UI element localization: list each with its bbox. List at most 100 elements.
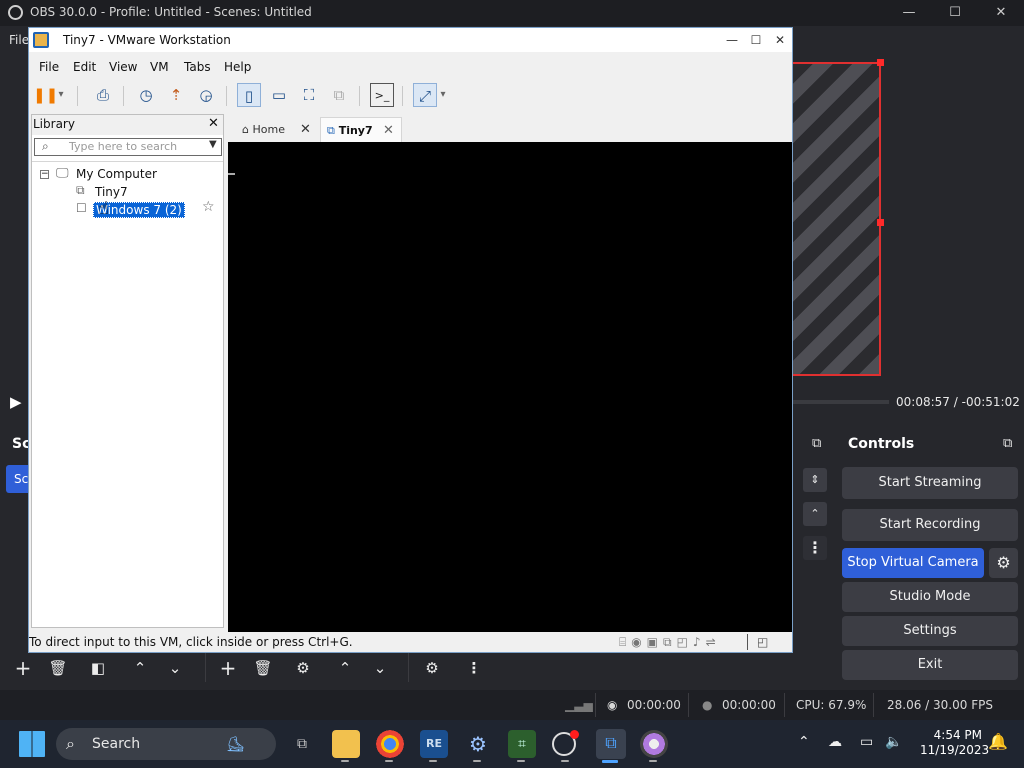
spin-up-down-icon[interactable]: ⇕ xyxy=(803,468,827,492)
tab-tiny7[interactable]: ⧉ Tiny7 ✕ xyxy=(320,117,402,143)
scene-item[interactable]: Sc xyxy=(6,465,28,493)
favorite-star-icon[interactable]: ☆ xyxy=(202,199,215,215)
filter-icon[interactable]: ◧ xyxy=(85,655,111,681)
trash-icon[interactable]: 🗑 xyxy=(45,655,71,681)
vmware-menubar: File Edit View VM Tabs Help xyxy=(29,56,792,78)
disc-app-icon[interactable] xyxy=(640,730,668,758)
exit-button[interactable]: Exit xyxy=(842,650,1018,680)
add-source-icon[interactable]: + xyxy=(215,655,241,681)
settings-button[interactable]: Settings xyxy=(842,616,1018,646)
chevron-updown-icon[interactable]: ⌃ xyxy=(803,502,827,526)
notification-bell-icon[interactable]: 🔔 xyxy=(988,732,1008,751)
tree-item-tiny7[interactable]: Tiny7 xyxy=(95,185,128,199)
more-options-icon[interactable]: ⋮ xyxy=(803,536,827,560)
menu-help[interactable]: Help xyxy=(224,60,251,74)
media-seek-bar[interactable] xyxy=(793,400,889,404)
active-indicator xyxy=(602,760,618,763)
reclassex-icon[interactable]: RE xyxy=(420,730,448,758)
vmware-taskbar-icon[interactable]: ⧉ xyxy=(596,729,626,759)
library-header: Library ✕ xyxy=(32,115,223,135)
show-library-icon[interactable]: ▯ xyxy=(237,83,261,107)
toolbar-divider xyxy=(205,652,206,682)
message-icon[interactable]: ◰ xyxy=(757,632,768,652)
resize-handle-top[interactable] xyxy=(877,59,884,66)
dock-undock-icon[interactable]: ⧉ xyxy=(812,436,821,451)
start-streaming-button[interactable]: Start Streaming xyxy=(842,467,1018,499)
stop-virtual-camera-button[interactable]: Stop Virtual Camera xyxy=(842,548,984,578)
tab-home[interactable]: ⌂ Home ✕ xyxy=(232,117,316,143)
library-close-icon[interactable]: ✕ xyxy=(208,116,219,131)
tab-tiny7-close-icon[interactable]: ✕ xyxy=(383,118,394,144)
snapshot-icon[interactable]: ◷ xyxy=(134,83,158,107)
move-up-icon[interactable]: ⌃ xyxy=(127,655,153,681)
chevron-down-icon[interactable]: ▾ xyxy=(55,83,67,107)
tray-chevron-up-icon[interactable]: ⌃ xyxy=(798,734,810,750)
obs-menu-file[interactable]: File xyxy=(0,30,30,50)
menu-vm[interactable]: VM xyxy=(150,60,169,74)
chrome-icon[interactable] xyxy=(376,730,404,758)
status-divider xyxy=(747,634,748,650)
menu-view[interactable]: View xyxy=(109,60,137,74)
gear-icon[interactable]: ⚙ xyxy=(989,548,1018,578)
stretch-dropdown-icon[interactable]: ▾ xyxy=(437,83,449,107)
obs-titlebar: OBS 30.0.0 - Profile: Untitled - Scenes:… xyxy=(0,0,1024,26)
vm-maximize-icon[interactable]: ☐ xyxy=(745,31,767,49)
cloud-offline-icon[interactable]: ☁ xyxy=(828,734,842,750)
studio-mode-button[interactable]: Studio Mode xyxy=(842,582,1018,612)
minimize-icon[interactable]: — xyxy=(886,3,932,23)
controls-undock-icon[interactable]: ⧉ xyxy=(1003,436,1012,451)
full-screen-icon[interactable]: ⛶ xyxy=(297,83,321,107)
menu-edit[interactable]: Edit xyxy=(73,60,96,74)
unity-icon[interactable]: ⧉ xyxy=(327,83,351,107)
revert-snapshot-icon[interactable]: ⇡ xyxy=(164,83,188,107)
status-divider xyxy=(595,693,596,717)
running-indicator xyxy=(341,760,349,762)
vm-console-screen[interactable] xyxy=(228,142,792,632)
task-view-icon[interactable]: ⧉ xyxy=(288,730,316,758)
volume-icon[interactable]: 🔈 xyxy=(885,734,902,750)
taskbar-search-label: Search xyxy=(92,736,141,752)
file-explorer-icon[interactable] xyxy=(332,730,360,758)
send-ctrl-alt-del-icon[interactable]: ⎙ xyxy=(91,83,115,107)
preview-source-canvas[interactable] xyxy=(793,62,881,376)
vm-close-icon[interactable]: ✕ xyxy=(769,31,791,49)
menu-tabs[interactable]: Tabs xyxy=(184,60,211,74)
source-up-icon[interactable]: ⌃ xyxy=(332,655,358,681)
more-vertical-icon[interactable]: ⋮ xyxy=(461,655,487,681)
vm-minimize-icon[interactable]: — xyxy=(721,31,743,49)
taskbar-search[interactable]: ⌕ Search ⛸ xyxy=(56,728,276,760)
tab-home-close-icon[interactable]: ✕ xyxy=(300,117,311,143)
console-view-icon[interactable]: >_ xyxy=(370,83,394,107)
clock-time: 4:54 PM xyxy=(933,728,982,742)
running-indicator xyxy=(649,760,657,762)
search-dropdown-icon[interactable]: ▼ xyxy=(209,139,217,150)
resize-handle-right[interactable] xyxy=(877,219,884,226)
task-manager-icon[interactable]: ⌗ xyxy=(508,730,536,758)
toolbar-divider xyxy=(408,652,409,682)
stretch-guest-icon[interactable]: ⤢ xyxy=(413,83,437,107)
device-status-icons[interactable]: ⌸◉▣⧉◰♪⇌ xyxy=(619,632,721,652)
tree-root-my-computer[interactable]: My Computer xyxy=(76,167,157,181)
play-icon[interactable]: ▶ xyxy=(10,393,28,411)
windows-start-icon[interactable] xyxy=(19,731,45,757)
source-down-icon[interactable]: ⌄ xyxy=(367,655,393,681)
cpu-usage: CPU: 67.9% xyxy=(796,698,867,712)
pause-icon[interactable]: ❚❚ xyxy=(33,83,58,107)
menu-file[interactable]: File xyxy=(39,60,59,74)
remove-source-trash-icon[interactable]: 🗑 xyxy=(250,655,276,681)
add-scene-icon[interactable]: + xyxy=(10,655,36,681)
mixer-settings-gear-icon[interactable]: ⚙ xyxy=(419,655,445,681)
signal-icon: ▁▃▅ xyxy=(565,698,593,712)
source-properties-gear-icon[interactable]: ⚙ xyxy=(290,655,316,681)
taskbar-clock[interactable]: 4:54 PM 11/19/2023 xyxy=(920,728,989,758)
snapshot-manager-icon[interactable]: ◶ xyxy=(194,83,218,107)
collapse-icon[interactable]: − xyxy=(40,170,49,179)
move-down-icon[interactable]: ⌄ xyxy=(162,655,188,681)
close-icon[interactable]: ✕ xyxy=(978,3,1024,23)
settings-gear-icon[interactable]: ⚙ xyxy=(464,730,492,758)
maximize-icon[interactable]: ☐ xyxy=(932,3,978,23)
start-recording-button[interactable]: Start Recording xyxy=(842,509,1018,541)
library-search-input[interactable]: Type here to search xyxy=(34,138,222,156)
network-icon[interactable]: ▭ xyxy=(860,734,873,750)
thumbnail-bar-icon[interactable]: ▭ xyxy=(267,83,291,107)
